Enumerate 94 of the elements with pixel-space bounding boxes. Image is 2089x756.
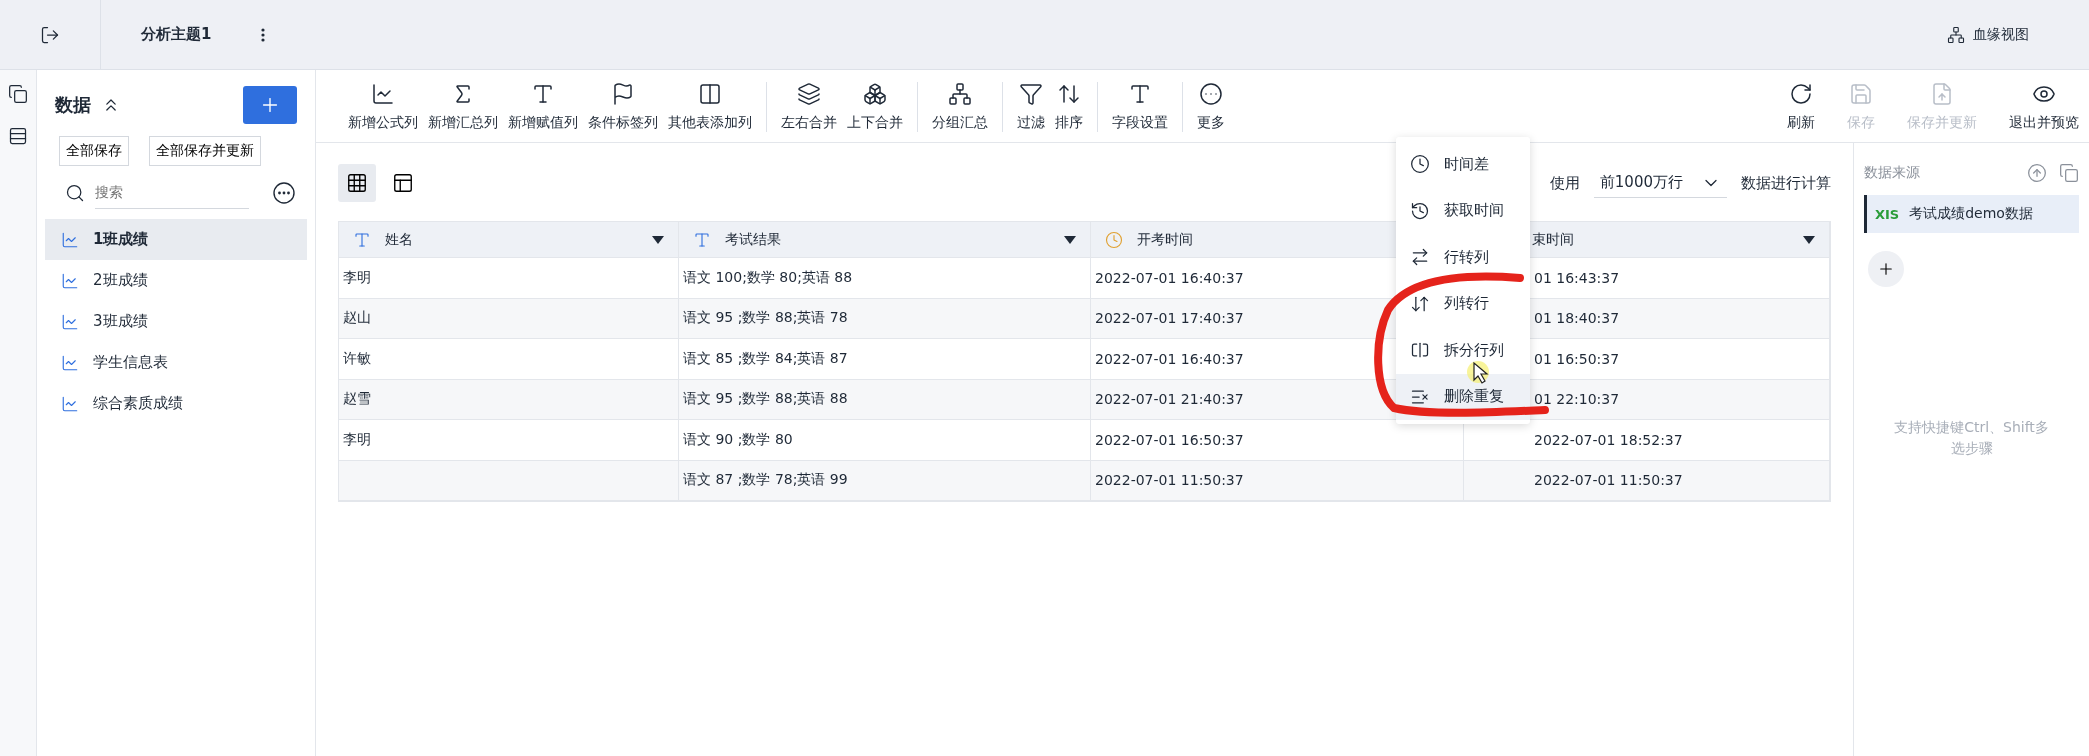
table-cell: 李明 [339, 258, 679, 299]
toolbar-button[interactable]: 左右合并 [781, 82, 837, 132]
table-cell: 语文 95 ;数学 88;英语 78 [679, 298, 1091, 339]
sort-icon [1057, 82, 1081, 106]
exit-icon [40, 24, 60, 45]
limit-label: 使用 [1549, 173, 1580, 193]
save-button[interactable]: 全部保存 [59, 136, 129, 166]
toolbar-button[interactable]: 其他表添加列 [668, 82, 752, 132]
toolbar-button[interactable]: 排序 [1055, 82, 1083, 132]
copy-icon [2059, 163, 2079, 183]
toolbar-button[interactable]: 过滤 [1017, 82, 1045, 132]
clock-icon [1105, 230, 1123, 249]
text-type-icon [693, 230, 711, 249]
chart-icon [61, 353, 79, 372]
boxes-icon [863, 82, 887, 106]
swap-icon [1410, 247, 1430, 268]
chart-icon [61, 394, 79, 413]
sidebar-item[interactable]: 综合素质成绩 [45, 383, 307, 424]
upload-icon [1930, 82, 1954, 106]
toolbar-button[interactable]: 新增汇总列 [428, 82, 498, 132]
hierarchy-icon [948, 82, 972, 106]
chart-icon [61, 230, 79, 249]
more-icon [1199, 82, 1223, 106]
toolbar-button[interactable]: 字段设置 [1112, 82, 1168, 132]
text-type-icon [353, 230, 371, 249]
row-limit-select[interactable]: 前1000万行 [1593, 168, 1727, 198]
upload-icon [2027, 163, 2047, 183]
save-button[interactable]: 全部保存并更新 [149, 136, 261, 166]
table-cell: 2022-07-01 11:50:37 [1464, 460, 1830, 501]
flow-icon [8, 126, 28, 146]
search-icon [65, 182, 85, 203]
limit-label: 数据进行计算 [1741, 173, 1831, 193]
save-icon [1849, 82, 1873, 106]
toolbar-button[interactable]: 刷新 [1787, 82, 1815, 132]
filter-icon [1019, 82, 1043, 106]
table-cell: 赵雪 [339, 379, 679, 420]
toolbar-button[interactable]: 新增公式列 [348, 82, 418, 132]
sidebar-title: 数据 [55, 93, 91, 117]
sidebar-item[interactable]: 1班成绩 [45, 219, 307, 260]
caret-icon[interactable] [1064, 235, 1076, 244]
table-cell: 语文 100;数学 80;英语 88 [679, 258, 1091, 299]
type-icon [531, 82, 555, 106]
edit-icon [8, 84, 28, 104]
grid-icon [346, 172, 368, 194]
table-cell: 2022-07-01 18:52:37 [1464, 420, 1830, 461]
toolbar-button[interactable]: 条件标签列 [588, 82, 658, 132]
sidebar-item[interactable]: 3班成绩 [45, 301, 307, 342]
chart-icon [61, 271, 79, 290]
menu-item[interactable]: 列转行 [1396, 280, 1530, 327]
table-cell: 2022-07-01 11:50:37 [1091, 460, 1464, 501]
add-step-button[interactable] [1868, 251, 1904, 287]
layout-icon [392, 172, 414, 194]
menu-item[interactable]: 获取时间 [1396, 187, 1530, 234]
refresh-icon [1789, 82, 1813, 106]
toolbar-button[interactable]: 分组汇总 [932, 82, 988, 132]
panel-title: 数据来源 [1864, 164, 1920, 182]
sidebar-item[interactable]: 学生信息表 [45, 342, 307, 383]
plus-icon [1877, 260, 1895, 278]
add-button[interactable] [243, 86, 297, 124]
lineage-link[interactable]: 血缘视图 [1973, 25, 2029, 44]
table-cell: 李明 [339, 420, 679, 461]
flag-icon [611, 82, 635, 106]
table-cell: 许敏 [339, 339, 679, 380]
hint-text: 支持快捷键Ctrl、Shift多选步骤 [1893, 418, 2050, 458]
view-toggle[interactable] [338, 164, 376, 202]
column-header[interactable]: 姓名 [339, 222, 679, 258]
caret-icon[interactable] [652, 235, 664, 244]
more-icon[interactable] [273, 181, 295, 204]
caret-icon[interactable] [1803, 235, 1815, 244]
lineage-icon [1947, 25, 1965, 44]
type-icon [1128, 82, 1152, 106]
menu-item[interactable]: 拆分行列 [1396, 327, 1530, 374]
table-cell: 语文 90 ;数学 80 [679, 420, 1091, 461]
clock-icon [1410, 154, 1430, 175]
toolbar-button[interactable]: 更多 [1197, 82, 1225, 132]
toolbar-button[interactable]: 上下合并 [847, 82, 903, 132]
column-header[interactable]: 考试结果 [679, 222, 1091, 258]
table-cell: 语文 95 ;数学 88;英语 88 [679, 379, 1091, 420]
tab-title[interactable]: 分析主题1 [141, 25, 212, 44]
columns-icon [698, 82, 722, 106]
table-cell: 赵山 [339, 298, 679, 339]
more-icon[interactable] [261, 27, 266, 42]
chart-icon [371, 82, 395, 106]
toolbar-button[interactable]: 新增赋值列 [508, 82, 578, 132]
sidebar-item[interactable]: 2班成绩 [45, 260, 307, 301]
history-icon [1410, 200, 1430, 221]
source-item[interactable]: XIS 考试成绩demo数据 [1864, 195, 2079, 233]
layers-icon [797, 82, 821, 106]
cursor-icon [1473, 361, 1489, 384]
menu-item[interactable]: 时间差 [1396, 141, 1530, 188]
toolbar-button[interactable]: 退出并预览 [2009, 82, 2079, 132]
chart-icon [61, 312, 79, 331]
table-cell: 语文 87 ;数学 78;英语 99 [679, 460, 1091, 501]
table-cell: 语文 85 ;数学 84;英语 87 [679, 339, 1091, 380]
